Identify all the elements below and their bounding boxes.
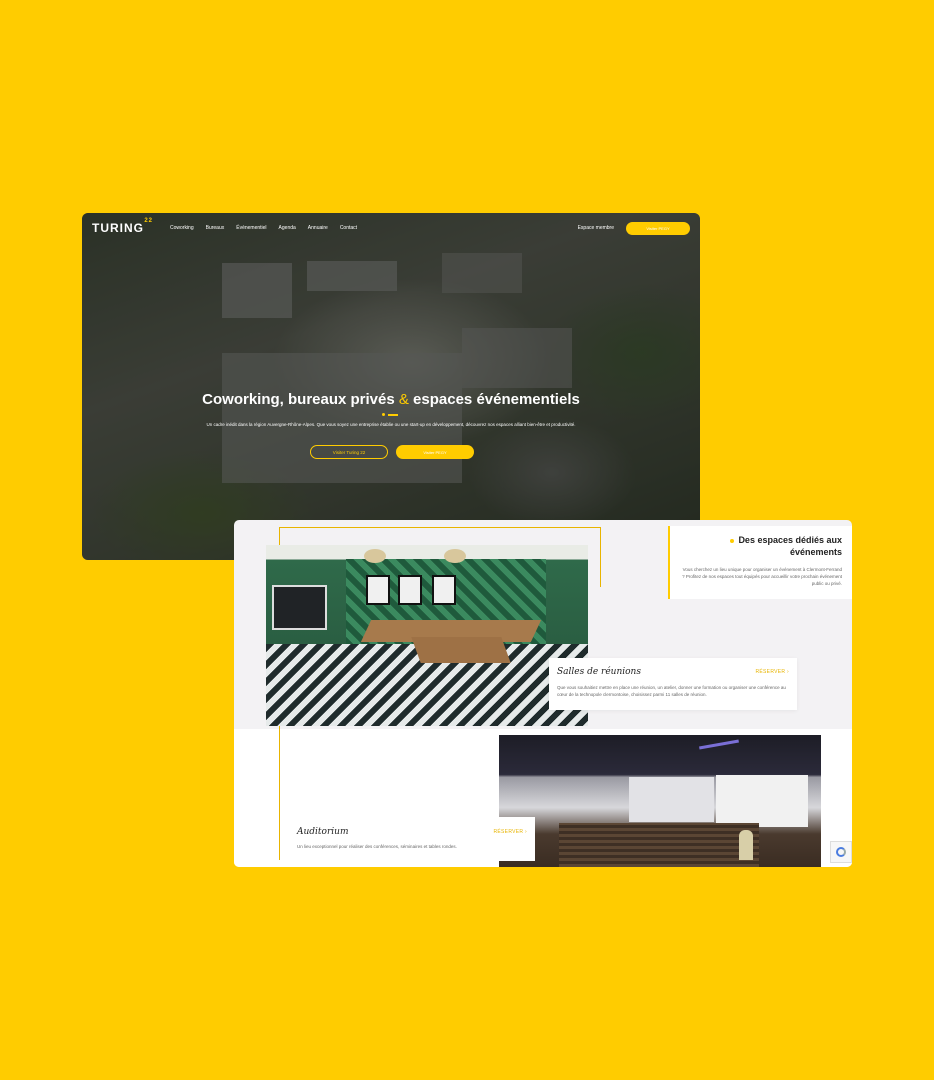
reserve-label: RÉSERVER: [493, 829, 524, 835]
auditorium-text: Un lieu exceptionnel pour réaliser des c…: [297, 844, 457, 849]
hero-cta-button[interactable]: Visiter PEGY: [396, 445, 474, 459]
photo-screen: [716, 775, 808, 827]
logo-sup: 22: [144, 218, 153, 224]
auditorium-photo: [499, 735, 821, 867]
reserve-auditorium-link[interactable]: RÉSERVER ›: [494, 829, 528, 835]
events-card: Des espaces dédiés aux événements Vous c…: [234, 520, 852, 867]
photo-frame: [366, 575, 390, 605]
logo-text: TURING: [92, 221, 144, 235]
gold-line: [600, 527, 601, 587]
events-section-title: Des espaces dédiés aux événements: [682, 534, 842, 558]
hero-overlay: [82, 213, 700, 560]
photo-seats: [559, 823, 759, 867]
chevron-right-icon: ›: [787, 669, 789, 675]
meeting-rooms-card: Salles de réunions RÉSERVER › Que vous s…: [549, 658, 797, 710]
visit-turing-button[interactable]: Visiter Turing 22: [310, 445, 388, 459]
hero-title-a: Coworking, bureaux privés: [202, 391, 399, 408]
hero-subtitle: Un cadre inédit dans la région Auvergne-…: [206, 422, 576, 427]
meeting-rooms-title: Salles de réunions: [557, 667, 641, 677]
hero-card: TURING 22 Coworking Bureaux Évènementiel …: [82, 213, 700, 560]
nav-item-bureaux[interactable]: Bureaux: [206, 225, 225, 231]
nav-right: Espace membre Visiter PEGY: [578, 221, 690, 235]
auditorium-card: Auditorium RÉSERVER › Un lieu exceptionn…: [289, 817, 535, 861]
main-menu: Coworking Bureaux Évènementiel Agenda An…: [170, 225, 357, 231]
photo-screen: [272, 585, 327, 630]
hero-title-b: espaces événementiels: [408, 391, 580, 408]
nav-item-evenementiel[interactable]: Évènementiel: [236, 225, 266, 231]
nav-item-coworking[interactable]: Coworking: [170, 225, 194, 231]
photo-plant: [739, 830, 753, 860]
hero-title: Coworking, bureaux privés & espaces évén…: [82, 391, 700, 408]
events-intro-card: Des espaces dédiés aux événements Vous c…: [668, 526, 852, 599]
member-link[interactable]: Espace membre: [578, 225, 614, 231]
title-separator: [382, 413, 398, 416]
nav-item-agenda[interactable]: Agenda: [279, 225, 296, 231]
hero-buttons: Visiter Turing 22 Visiter PEGY: [310, 445, 474, 459]
photo-light: [699, 739, 739, 750]
meeting-rooms-text: Que vous souhaitiez mettre en place une …: [557, 685, 786, 697]
auditorium-header: Auditorium RÉSERVER ›: [297, 827, 527, 837]
recaptcha-badge[interactable]: [830, 841, 852, 863]
nav-item-annuaire[interactable]: Annuaire: [308, 225, 328, 231]
reserve-label: RÉSERVER: [755, 669, 786, 675]
recaptcha-icon: [836, 847, 846, 857]
photo-wall: [629, 777, 714, 822]
nav-cta-button[interactable]: Visiter PEGY: [626, 221, 690, 235]
nav-item-contact[interactable]: Contact: [340, 225, 357, 231]
events-section-title-text: Des espaces dédiés aux événements: [738, 535, 842, 557]
top-nav: TURING 22 Coworking Bureaux Évènementiel …: [82, 213, 700, 243]
photo-lamp: [364, 549, 386, 563]
meeting-room-photo: [266, 545, 588, 726]
photo-frame: [398, 575, 422, 605]
logo[interactable]: TURING 22: [92, 218, 152, 235]
chevron-right-icon: ›: [525, 829, 527, 835]
photo-lamp: [444, 549, 466, 563]
auditorium-title: Auditorium: [297, 827, 349, 837]
reserve-meeting-link[interactable]: RÉSERVER ›: [756, 669, 790, 675]
events-section-text: Vous cherchez un lieu unique pour organi…: [682, 567, 842, 586]
meeting-rooms-header: Salles de réunions RÉSERVER ›: [557, 667, 789, 677]
dot-icon: [730, 538, 735, 543]
photo-frame: [432, 575, 456, 605]
photo-table: [411, 637, 511, 663]
hero-title-amp: &: [398, 391, 409, 408]
gold-line: [279, 527, 601, 528]
